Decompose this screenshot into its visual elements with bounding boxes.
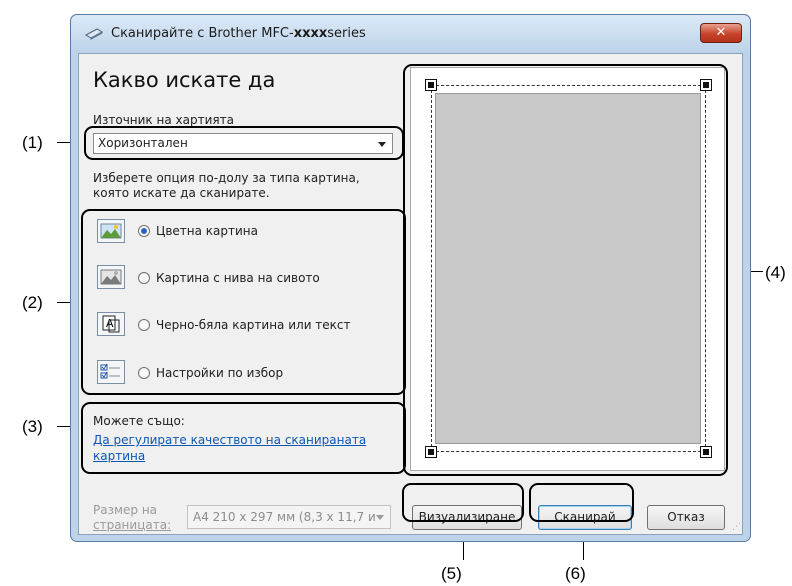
page-size-value: A4 210 x 297 мм (8,3 x 11,7 и [193, 510, 376, 524]
window-title: Сканирайте с Brother MFC-xxxxseries [111, 26, 366, 41]
highlight-picture-options [81, 209, 406, 395]
picture-type-prompt-line2: която искате да сканирате. [93, 186, 270, 200]
callout-1: (1) [22, 133, 43, 152]
cancel-button[interactable]: Отказ [647, 505, 725, 530]
paper-source-label: Източник на хартията [93, 113, 234, 127]
callout-4: (4) [765, 263, 786, 282]
close-icon: ✕ [715, 25, 727, 40]
highlight-also-section [81, 402, 406, 474]
highlight-paper-source [84, 126, 404, 160]
scanner-icon [85, 28, 103, 40]
chevron-down-icon [376, 515, 384, 520]
page-title: Какво искате да [93, 68, 276, 92]
resize-grip-icon[interactable]: ⋰ [732, 522, 741, 532]
picture-type-prompt-line1: Изберете опция по-долу за типа картина, [93, 171, 360, 185]
callout-3: (3) [22, 417, 43, 436]
close-button[interactable]: ✕ [700, 23, 742, 43]
highlight-preview-area [403, 64, 728, 476]
callout-6: (6) [565, 564, 586, 583]
callout-5: (5) [441, 564, 462, 583]
highlight-scan-button [529, 483, 634, 522]
title-bar: Сканирайте с Brother MFC-xxxxseries ✕ [71, 15, 750, 53]
highlight-preview-button [402, 483, 524, 522]
page-size-dropdown[interactable]: A4 210 x 297 мм (8,3 x 11,7 и [187, 505, 391, 529]
callout-2: (2) [22, 293, 43, 312]
page-size-label: Размер на страницата: [93, 503, 172, 532]
